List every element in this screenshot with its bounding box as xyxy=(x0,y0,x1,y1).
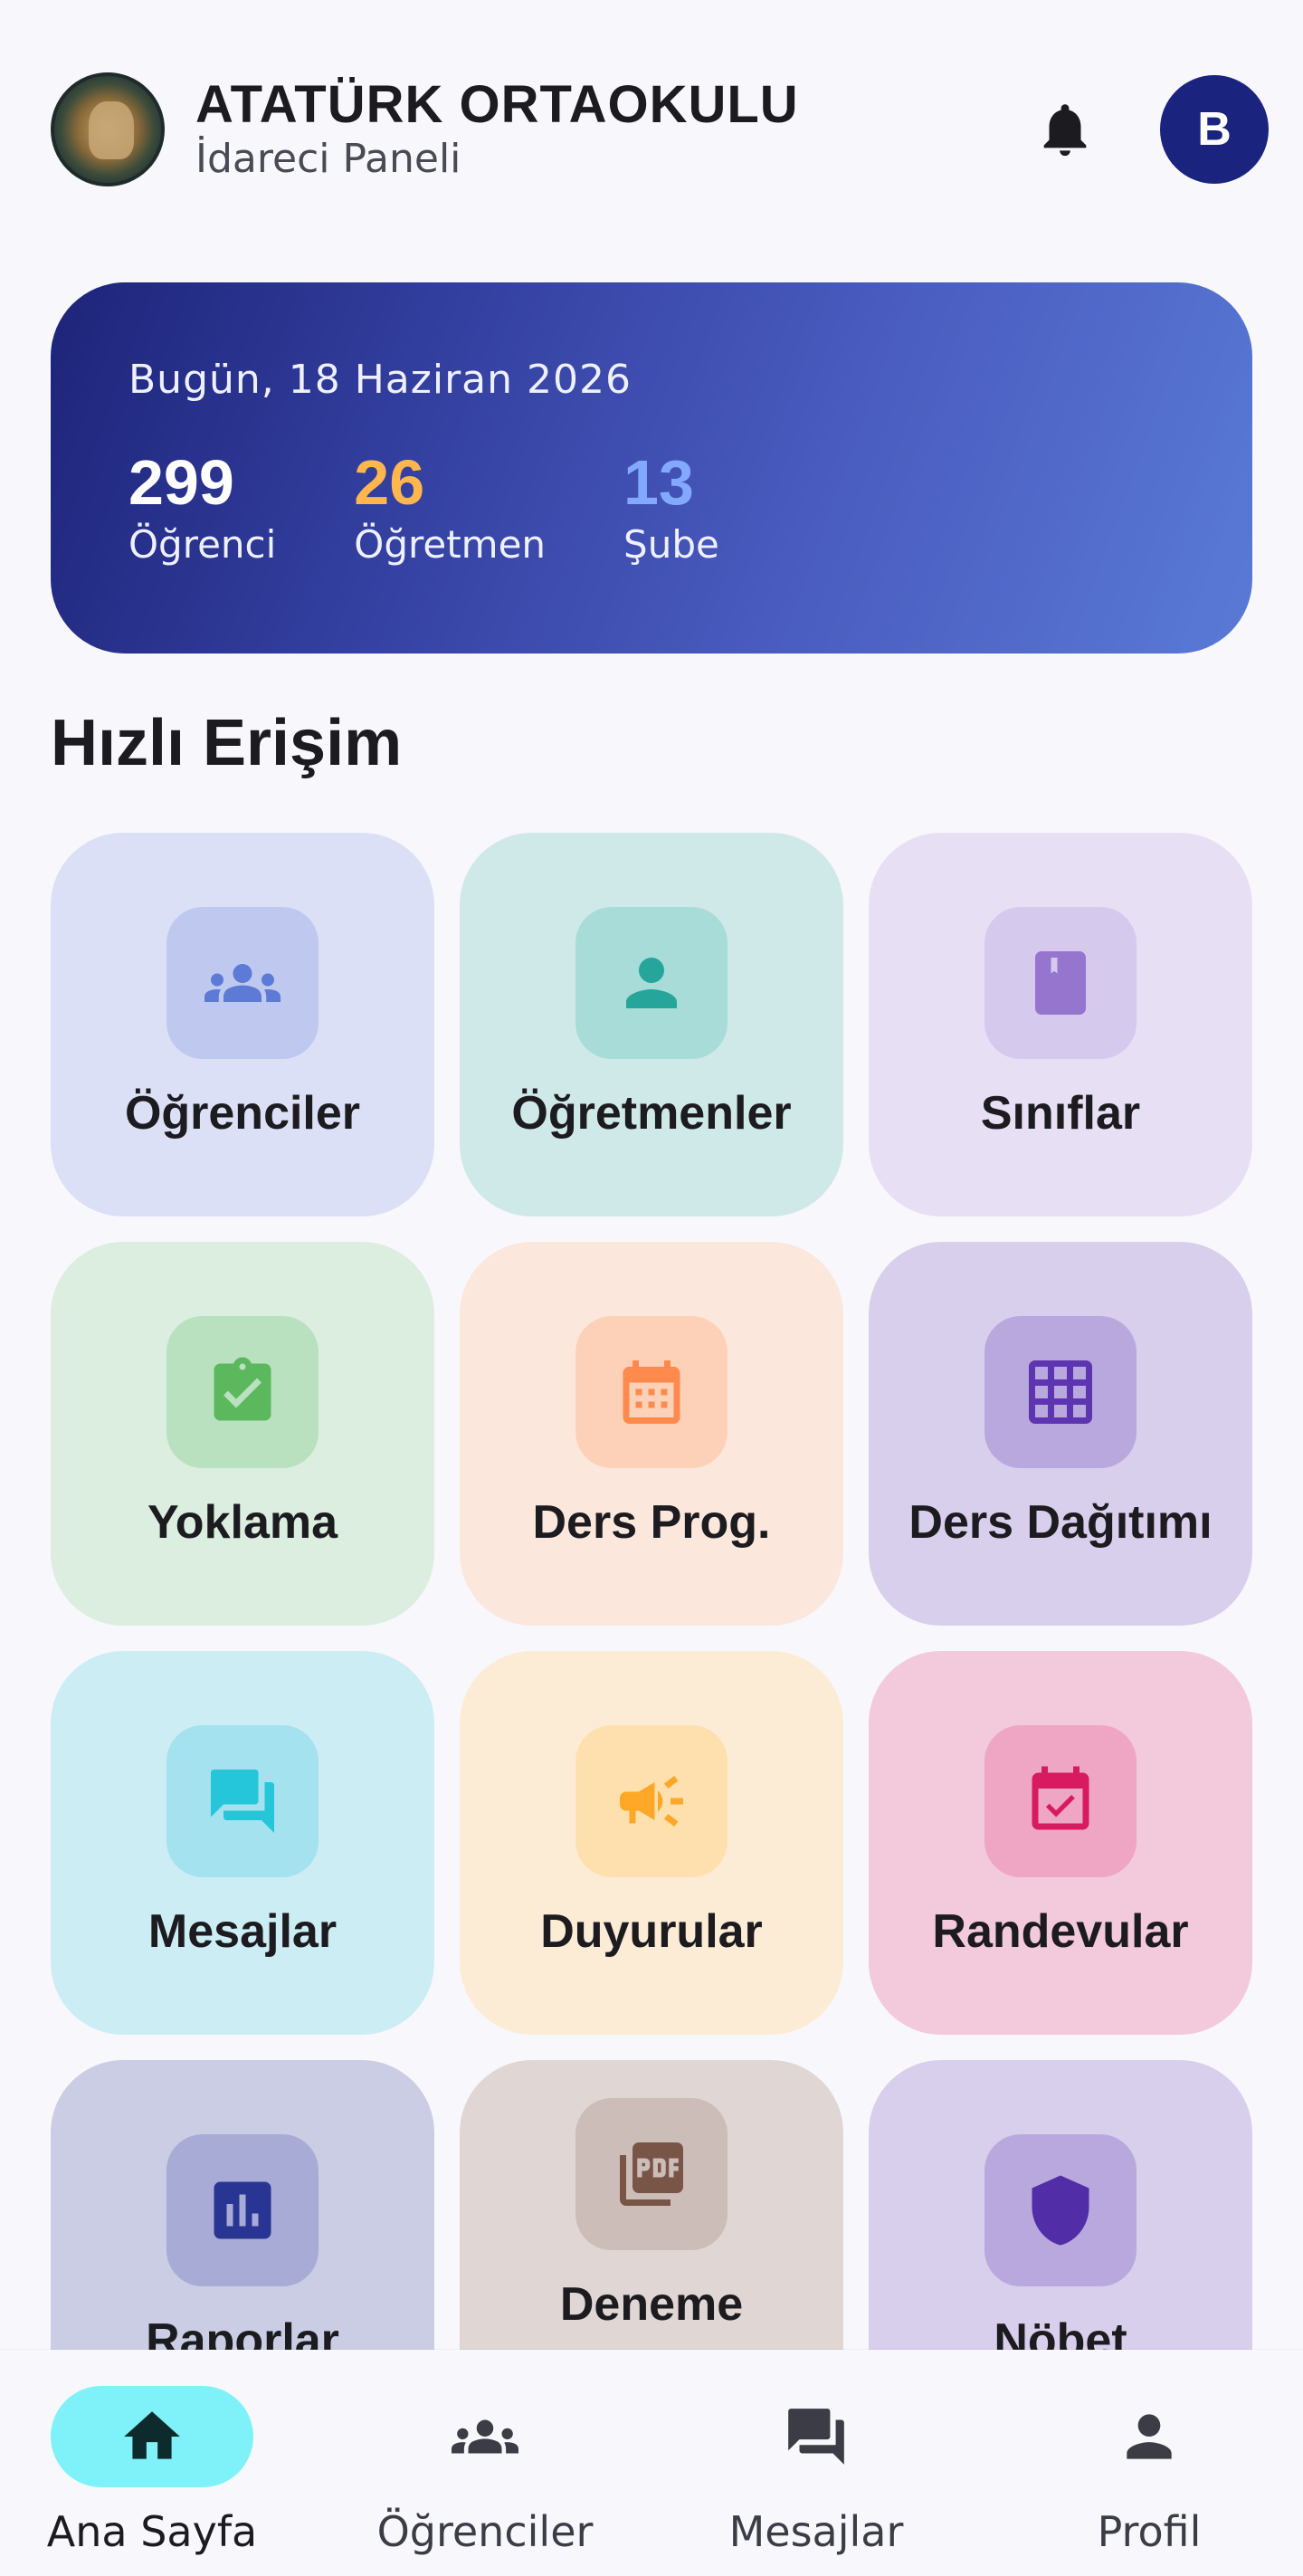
tile-duyurular[interactable]: Duyurular xyxy=(460,1651,843,2035)
school-name: ATATÜRK ORTAOKULU xyxy=(195,75,799,134)
book-icon xyxy=(984,907,1137,1059)
stat-value: 299 xyxy=(128,447,234,518)
tile-label: Yoklama xyxy=(147,1496,338,1549)
grid-icon xyxy=(984,1316,1137,1468)
person-icon xyxy=(575,907,728,1059)
tile-label: Nöbet xyxy=(994,2314,1127,2350)
tile-ders-prog[interactable]: Ders Prog. xyxy=(460,1242,843,1626)
tile-label: Raporlar xyxy=(146,2314,339,2350)
tile-label: Sınıflar xyxy=(980,1087,1141,1140)
event-check-icon xyxy=(984,1725,1137,1877)
tile-ogrenciler[interactable]: Öğrenciler xyxy=(51,833,434,1216)
tile-randevular[interactable]: Randevular xyxy=(869,1651,1252,2035)
forum-icon xyxy=(715,2386,918,2487)
stat-label: Şube xyxy=(623,522,719,567)
group-icon xyxy=(166,907,319,1059)
stat-label: Öğretmen xyxy=(354,522,547,567)
shield-icon xyxy=(984,2134,1137,2286)
tile-label: Deneme xyxy=(559,2278,744,2331)
stat-value: 26 xyxy=(354,447,425,518)
home-icon xyxy=(51,2386,253,2487)
stats-row: 299 Öğrenci 26 Öğretmen 13 Şube xyxy=(128,448,1175,567)
stat-sections: 13 Şube xyxy=(623,448,719,567)
tile-label: Randevular xyxy=(932,1905,1189,1958)
stat-students: 299 Öğrenci xyxy=(128,448,276,567)
tile-yoklama[interactable]: Yoklama xyxy=(51,1242,434,1626)
tile-ogretmenler[interactable]: Öğretmenler xyxy=(460,833,843,1216)
stat-teachers: 26 Öğretmen xyxy=(354,448,546,567)
campaign-icon xyxy=(575,1725,728,1877)
tile-label: Duyurular xyxy=(540,1905,763,1958)
tile-siniflar[interactable]: Sınıflar xyxy=(869,833,1252,1216)
bar-chart-icon xyxy=(166,2134,319,2286)
tile-ders-dagitimi[interactable]: Ders Dağıtımı xyxy=(869,1242,1252,1626)
pdf-icon xyxy=(575,2098,728,2250)
school-title-block: ATATÜRK ORTAOKULU İdareci Paneli xyxy=(195,75,1033,184)
tile-label: Öğretmenler xyxy=(511,1087,792,1140)
tile-label: Öğrenciler xyxy=(124,1087,361,1140)
tile-nobet[interactable]: Nöbet xyxy=(869,2060,1252,2350)
clipboard-check-icon xyxy=(166,1316,319,1468)
tile-label: Ders Prog. xyxy=(532,1496,771,1549)
person-icon xyxy=(1048,2386,1251,2487)
stat-value: 13 xyxy=(623,447,694,518)
nav-item-mesajlar[interactable]: Mesajlar xyxy=(680,2386,952,2558)
tile-label: Ders Dağıtımı xyxy=(908,1496,1213,1549)
tile-mesajlar[interactable]: Mesajlar xyxy=(51,1651,434,2035)
nav-item-profil[interactable]: Profil xyxy=(1013,2386,1285,2558)
nav-label: Öğrenciler xyxy=(376,2507,594,2556)
nav-label: Ana Sayfa xyxy=(46,2507,258,2556)
bell-icon[interactable] xyxy=(1033,91,1097,167)
nav-label: Profil xyxy=(1097,2507,1202,2556)
panel-title: İdareci Paneli xyxy=(195,136,461,182)
nav-item-ogrenciler[interactable]: Öğrenciler xyxy=(349,2386,621,2558)
tile-deneme[interactable]: Deneme xyxy=(460,2060,843,2350)
tile-raporlar[interactable]: Raporlar xyxy=(51,2060,434,2350)
nav-item-ana-sayfa[interactable]: Ana Sayfa xyxy=(16,2386,288,2558)
nav-label: Mesajlar xyxy=(728,2507,904,2556)
avatar[interactable]: B xyxy=(1160,75,1269,184)
stat-label: Öğrenci xyxy=(128,522,277,567)
forum-icon xyxy=(166,1725,319,1877)
group-icon xyxy=(384,2386,586,2487)
quick-access-grid: Öğrenciler Öğretmenler Sınıflar Yoklama … xyxy=(51,833,1252,2350)
section-title: Hızlı Erişim xyxy=(51,707,403,779)
bottom-navigation: Ana Sayfa Öğrenciler Mesajlar Profil xyxy=(0,2350,1303,2576)
summary-card: Bugün, 18 Haziran 2026 299 Öğrenci 26 Öğ… xyxy=(51,282,1252,654)
today-date: Bugün, 18 Haziran 2026 xyxy=(128,357,632,403)
app-header: ATATÜRK ORTAOKULU İdareci Paneli B xyxy=(51,71,1269,188)
school-seal-logo xyxy=(51,72,165,186)
calendar-icon xyxy=(575,1316,728,1468)
tile-label: Mesajlar xyxy=(147,1905,338,1958)
